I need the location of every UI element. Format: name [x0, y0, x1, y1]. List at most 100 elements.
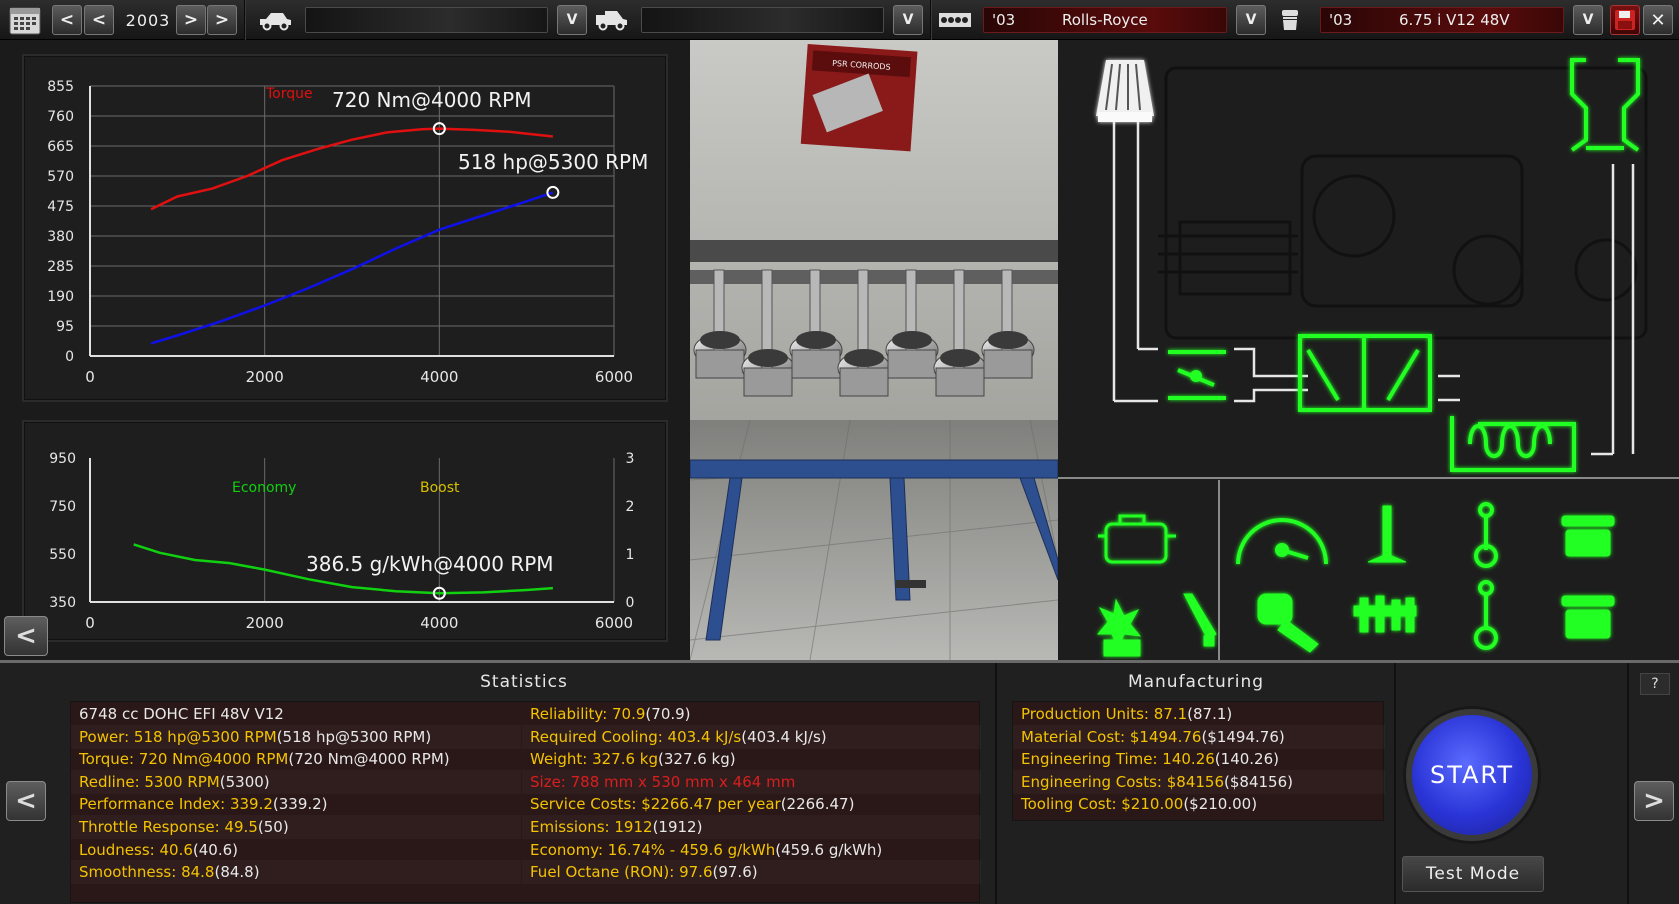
- model-dropdown-button[interactable]: V: [557, 5, 587, 35]
- stat-base-value: (459.6 g/kWh): [775, 840, 883, 859]
- economy-annotation: 386.5 g/kWh@4000 RPM: [306, 552, 554, 576]
- y-tick-label: 550: [49, 547, 76, 563]
- stat-row: Power: 518 hp@5300 RPM (518 hp@5300 RPM): [71, 725, 521, 749]
- stat-row: Production Units: 87.1 (87.1): [1013, 702, 1385, 726]
- year-forward-button[interactable]: >: [176, 5, 206, 35]
- engine-parts-diagram: [1058, 40, 1679, 660]
- bottom-stats-panel: < Statistics 6748 cc DOHC EFI 48V V12 Pow…: [0, 660, 1679, 904]
- stat-base-value: (2266.47): [780, 795, 855, 814]
- stat-value: Engineering Costs: $84156: [1021, 772, 1225, 791]
- y2-tick-label: 3: [626, 451, 635, 467]
- x-tick-label: 6000: [595, 614, 633, 632]
- stat-value: Emissions: 1912: [530, 818, 653, 836]
- y-tick-label: 0: [65, 349, 74, 365]
- year-forward-fast-button[interactable]: >: [207, 5, 237, 35]
- power-torque-chart: 855 760 665 570 475 380 285 190 95 00 2000 4000 6000…: [47, 79, 648, 386]
- stat-base-value: ($84156): [1224, 772, 1293, 791]
- engine-family-icon: [935, 5, 975, 35]
- close-button[interactable]: ✕: [1643, 5, 1673, 35]
- y2-tick-label: 2: [626, 499, 635, 515]
- engine-variant-select[interactable]: '03 6.75 i V12 48V: [1320, 7, 1564, 33]
- x-tick-label: 2000: [246, 614, 284, 632]
- engine-3d-viewport[interactable]: PSR CORRODS: [690, 40, 1058, 660]
- year-display: 2003: [125, 10, 171, 30]
- collapse-charts-button[interactable]: <: [4, 616, 48, 656]
- stat-value: Performance Index: 339.2: [79, 795, 273, 814]
- stat-base-value: (720 Nm@4000 RPM): [288, 750, 450, 769]
- y-tick-label: 350: [49, 595, 76, 611]
- forward-button[interactable]: >: [1634, 781, 1674, 821]
- x-tick-label: 6000: [595, 368, 633, 386]
- x-tick-label: 4000: [420, 614, 458, 632]
- model-select-field[interactable]: [305, 7, 548, 33]
- stat-base-value: (327.6 kg): [658, 750, 736, 769]
- torque-legend: Torque: [265, 86, 313, 102]
- engine-designer-screen: < < 2003 > > V V '03 Rolls-Royce V '03 6…: [0, 0, 1679, 904]
- x-tick-label: 0: [85, 614, 95, 632]
- start-button[interactable]: START: [1406, 709, 1538, 841]
- trim-icon: [592, 5, 630, 35]
- series-power-line: [150, 191, 554, 345]
- y-tick-label: 855: [47, 79, 74, 95]
- x-tick-label: 2000: [246, 368, 284, 386]
- stat-value: Power: 518 hp@5300 RPM: [79, 727, 277, 746]
- y-tick-label: 665: [47, 139, 74, 155]
- stat-value: Size: 788 mm x 530 mm x 464 mm: [530, 772, 796, 791]
- stat-value: Loudness: 40.6: [79, 840, 193, 859]
- stat-value: Torque: 720 Nm@4000 RPM: [79, 750, 289, 769]
- stat-row: Emissions: 1912 (1912): [522, 815, 981, 839]
- manufacturing-header: Manufacturing: [1127, 672, 1265, 692]
- stat-row: Weight: 327.6 kg (327.6 kg): [522, 747, 981, 771]
- x-tick-label: 4000: [420, 368, 458, 386]
- variant-dropdown-button[interactable]: V: [1573, 5, 1603, 35]
- stat-value: 6748 cc DOHC EFI 48V V12: [79, 705, 284, 723]
- economy-legend: Economy: [232, 480, 296, 496]
- stat-value: Economy: 16.74% - 459.6 g/kWh: [530, 840, 776, 859]
- family-dropdown-button[interactable]: V: [1236, 5, 1266, 35]
- manufacturing-table: Production Units: 87.1 (87.1) Material Co…: [1012, 701, 1384, 821]
- stat-value: Weight: 327.6 kg: [530, 750, 658, 769]
- stat-base-value: (140.26): [1214, 750, 1279, 769]
- stat-base-value: (87.1): [1187, 705, 1233, 723]
- y-tick-label: 190: [47, 289, 74, 305]
- stat-row: Smoothness: 84.8 (84.8): [71, 860, 521, 884]
- power-torque-chart-panel: 855 760 665 570 475 380 285 190 95 0 0 2000 4000 6000…: [22, 54, 668, 402]
- economy-boost-chart: 950 750 550 350 3 2 1 0 0 2000 4000 6000 Economy Boos…: [49, 451, 635, 632]
- economy-boost-chart-panel: 950 750 550 350 3 2 1 0 0 2000 4000 6000 Economy Boos…: [22, 420, 668, 642]
- engine-variant-icon: [1272, 5, 1308, 35]
- y2-tick-label: 0: [626, 595, 635, 611]
- stat-base-value: (339.2): [272, 795, 328, 814]
- stat-value: Material Cost: $1494.76: [1021, 727, 1202, 746]
- trim-select-field[interactable]: [641, 7, 884, 33]
- help-button[interactable]: ?: [1640, 673, 1670, 695]
- trim-dropdown-button[interactable]: V: [893, 5, 923, 35]
- stat-row: Performance Index: 339.2 (339.2): [71, 792, 521, 816]
- y-tick-label: 760: [47, 109, 74, 125]
- stat-base-value: (403.4 kJ/s): [741, 727, 827, 746]
- test-mode-button[interactable]: Test Mode: [1402, 856, 1544, 892]
- close-icon: ✕: [1650, 9, 1666, 31]
- stat-value: Tooling Cost: $210.00: [1021, 795, 1184, 814]
- year-back-button[interactable]: <: [84, 5, 114, 35]
- stat-row: Reliability: 70.9 (70.9): [522, 702, 981, 726]
- save-button[interactable]: [1610, 5, 1640, 35]
- stat-value: Fuel Octane (RON): 97.6: [530, 863, 713, 882]
- stat-value: Service Costs: $2266.47 per year: [530, 795, 781, 814]
- y-tick-label: 95: [56, 319, 74, 335]
- year-back-fast-button[interactable]: <: [52, 5, 82, 35]
- stat-base-value: (84.8): [214, 863, 260, 882]
- calendar-button[interactable]: [8, 4, 42, 36]
- back-button[interactable]: <: [6, 781, 46, 821]
- stat-row: Economy: 16.74% - 459.6 g/kWh (459.6 g/k…: [522, 838, 981, 862]
- stat-base-value: ($1494.76): [1201, 727, 1285, 746]
- y-tick-label: 475: [47, 199, 74, 215]
- stat-row: Fuel Octane (RON): 97.6 (97.6): [522, 860, 981, 884]
- engine-family-select[interactable]: '03 Rolls-Royce: [983, 7, 1227, 33]
- boost-legend: Boost: [420, 480, 460, 496]
- variant-name: 6.75 i V12 48V: [1399, 11, 1510, 29]
- stat-base-value: (40.6): [192, 840, 238, 859]
- stat-base-value: (50): [257, 818, 289, 836]
- family-year-prefix: '03: [992, 11, 1016, 29]
- piston-icon: [1561, 515, 1615, 557]
- stat-row: Service Costs: $2266.47 per year (2266.4…: [522, 792, 981, 816]
